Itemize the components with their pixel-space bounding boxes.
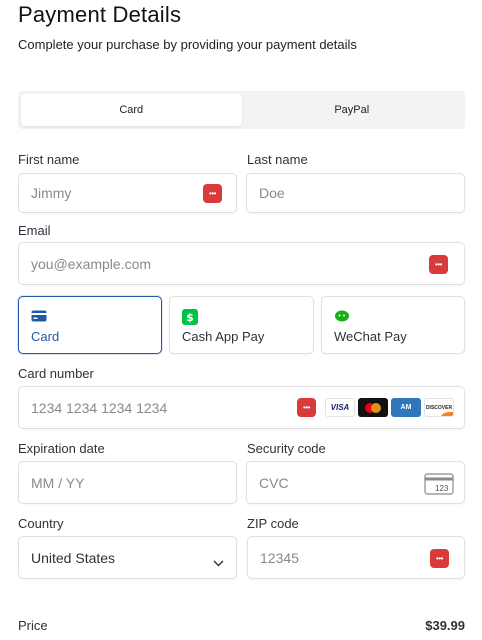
country-value: United States [31,550,116,566]
autofill-icon[interactable]: ••• [297,398,316,417]
country-label: Country [18,516,64,531]
card-number-placeholder: 1234 1234 1234 1234 [31,400,168,416]
email-field[interactable]: you@example.com ••• [18,242,465,285]
payment-method-wechat[interactable]: WeChat Pay [321,296,465,354]
autofill-icon[interactable]: ••• [429,255,448,274]
cash-app-icon: $ [182,309,198,330]
payment-method-cash-app[interactable]: $ Cash App Pay [169,296,314,354]
email-placeholder: you@example.com [31,256,152,272]
autofill-icon[interactable]: ••• [203,184,222,203]
chevron-down-icon [213,554,224,572]
tab-paypal[interactable]: PayPal [242,94,463,126]
zip-field[interactable]: 12345 ••• [247,536,465,579]
zip-placeholder: 12345 [260,550,299,566]
payment-tabs: Card PayPal [18,91,465,129]
price-label: Price [18,618,48,633]
security-code-field[interactable]: CVC 123 [246,461,465,504]
first-name-label: First name [18,152,80,167]
expiration-label: Expiration date [18,441,105,456]
page-subtitle: Complete your purchase by providing your… [18,37,357,52]
price-value: $39.99 [425,618,465,633]
last-name-field[interactable]: Doe [246,173,465,213]
payment-method-wechat-label: WeChat Pay [334,329,407,344]
zip-label: ZIP code [247,516,299,531]
last-name-placeholder: Doe [259,185,285,201]
expiration-placeholder: MM / YY [31,475,85,491]
wechat-icon [334,309,350,328]
card-number-label: Card number [18,366,94,381]
tab-card[interactable]: Card [21,94,242,126]
expiration-field[interactable]: MM / YY [18,461,237,504]
cvc-icon: 123 [424,473,454,500]
card-number-field[interactable]: 1234 1234 1234 1234 ••• VISA AM DISCOVER [18,386,465,429]
autofill-icon[interactable]: ••• [430,549,449,568]
payment-method-card-label: Card [31,329,60,344]
security-code-placeholder: CVC [259,475,289,491]
country-select[interactable]: United States [18,536,237,579]
card-icon [31,309,47,327]
amex-icon: AM [391,398,421,417]
first-name-field[interactable]: Jimmy ••• [18,173,237,213]
payment-method-cash-app-label: Cash App Pay [182,329,265,344]
security-code-label: Security code [247,441,326,456]
payment-method-card[interactable]: Card [18,296,162,354]
mastercard-icon [358,398,388,417]
card-brands: ••• VISA AM DISCOVER [297,398,454,417]
last-name-label: Last name [247,152,308,167]
page-title: Payment Details [18,2,182,27]
first-name-placeholder: Jimmy [31,185,72,201]
email-label: Email [18,223,51,238]
svg-text:$: $ [186,311,194,324]
discover-icon: DISCOVER [424,398,454,417]
visa-icon: VISA [325,398,355,417]
